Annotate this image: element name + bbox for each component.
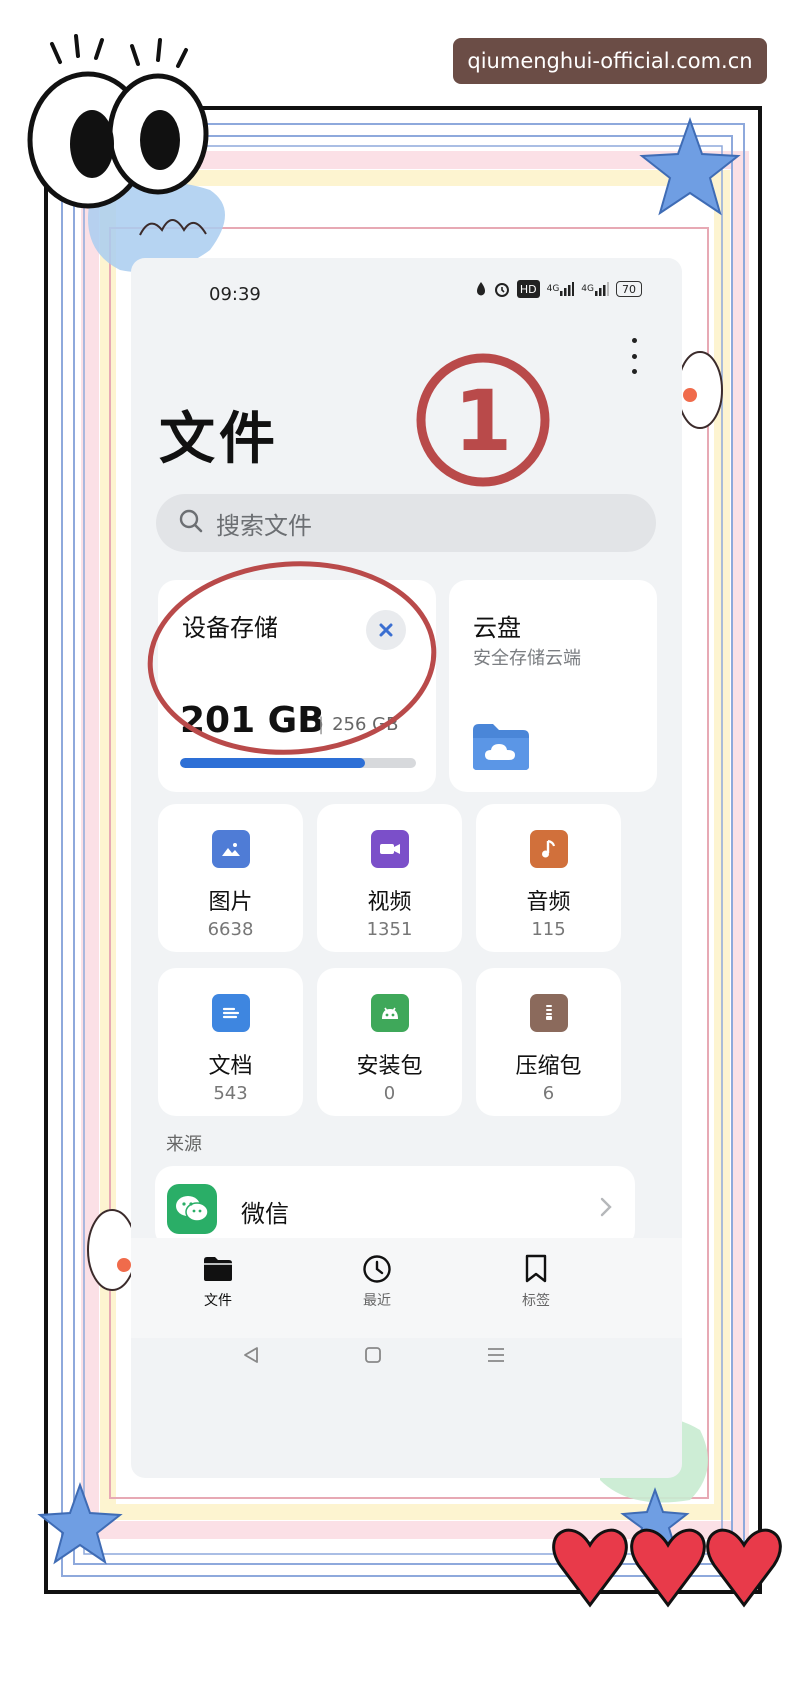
system-navigation-bar bbox=[131, 1328, 682, 1388]
category-images[interactable]: 图片 6638 bbox=[158, 804, 303, 952]
category-label: 图片 bbox=[208, 890, 253, 915]
category-videos[interactable]: 视频 1351 bbox=[317, 804, 462, 952]
source-label: 微信 bbox=[241, 1200, 289, 1228]
category-count: 1351 bbox=[366, 919, 413, 940]
category-count: 6 bbox=[542, 1083, 555, 1104]
source-item-wechat[interactable]: 微信 bbox=[155, 1166, 635, 1248]
android-icon bbox=[371, 994, 409, 1032]
category-count: 6638 bbox=[207, 919, 254, 940]
category-count: 115 bbox=[531, 919, 566, 940]
storage-title: 设备存储 bbox=[182, 614, 278, 642]
storage-used: 201 GB bbox=[180, 700, 325, 741]
nav-label: 最近 bbox=[363, 1293, 391, 1309]
nav-label: 文件 bbox=[204, 1293, 232, 1309]
status-time: 09:39 bbox=[209, 284, 261, 305]
alarm-icon bbox=[494, 280, 510, 298]
bottom-navigation: 文件 最近 标签 bbox=[131, 1238, 682, 1338]
category-count: 543 bbox=[213, 1083, 248, 1104]
archive-icon bbox=[530, 994, 568, 1032]
chevron-right-icon bbox=[599, 1196, 613, 1222]
signal-icon: 4G bbox=[547, 280, 575, 298]
storage-total: | 256 GB bbox=[318, 714, 399, 735]
cloud-title: 云盘 bbox=[473, 614, 521, 642]
category-documents[interactable]: 文档 543 bbox=[158, 968, 303, 1116]
search-icon bbox=[178, 508, 204, 538]
search-placeholder: 搜索文件 bbox=[216, 511, 312, 540]
category-audio[interactable]: 音频 115 bbox=[476, 804, 621, 952]
signal-icon-2: 4G bbox=[581, 280, 609, 298]
category-count: 0 bbox=[383, 1083, 396, 1104]
video-icon bbox=[371, 830, 409, 868]
nav-tab-files[interactable]: 文件 bbox=[173, 1252, 263, 1310]
battery-icon: 70 bbox=[616, 281, 642, 297]
category-apks[interactable]: 安装包 0 bbox=[317, 968, 462, 1116]
image-icon bbox=[212, 830, 250, 868]
search-input[interactable]: 搜索文件 bbox=[156, 494, 656, 552]
cloud-drive-card[interactable]: 云盘 安全存储云端 bbox=[449, 580, 657, 792]
category-label: 音频 bbox=[526, 890, 571, 915]
watermark-badge: qiumenghui-official.com.cn bbox=[453, 38, 767, 84]
category-label: 文档 bbox=[208, 1054, 253, 1079]
storage-clean-icon[interactable] bbox=[366, 610, 406, 650]
nav-tab-tags[interactable]: 标签 bbox=[491, 1252, 581, 1310]
wechat-icon bbox=[167, 1184, 217, 1234]
music-icon bbox=[530, 830, 568, 868]
category-label: 视频 bbox=[367, 890, 412, 915]
more-options-icon[interactable] bbox=[622, 338, 646, 374]
clock-icon bbox=[332, 1252, 422, 1286]
cloud-folder-icon bbox=[471, 720, 531, 776]
folder-icon bbox=[173, 1252, 263, 1286]
status-bar: 09:39 HD 4G 4G 70 bbox=[131, 258, 682, 328]
phone-screen: 09:39 HD 4G 4G 70 文件 搜索文件 设备存储 201 GB | … bbox=[131, 258, 682, 1478]
device-storage-card[interactable]: 设备存储 201 GB | 256 GB bbox=[158, 580, 436, 792]
storage-progress-fill bbox=[180, 758, 366, 768]
home-icon[interactable] bbox=[353, 1340, 393, 1370]
status-icons: HD 4G 4G 70 bbox=[475, 280, 642, 298]
nav-label: 标签 bbox=[522, 1293, 550, 1309]
category-label: 压缩包 bbox=[515, 1054, 582, 1079]
nav-tab-recent[interactable]: 最近 bbox=[332, 1252, 422, 1310]
category-label: 安装包 bbox=[356, 1054, 423, 1079]
back-icon[interactable] bbox=[231, 1340, 271, 1370]
cloud-subtitle: 安全存储云端 bbox=[473, 648, 581, 669]
recents-menu-icon[interactable] bbox=[476, 1340, 516, 1370]
annotation-number-badge: 1 bbox=[416, 353, 550, 487]
category-archives[interactable]: 压缩包 6 bbox=[476, 968, 621, 1116]
annotation-number: 1 bbox=[454, 372, 512, 470]
page-title: 文件 bbox=[159, 407, 279, 472]
document-icon bbox=[212, 994, 250, 1032]
sources-section-label: 来源 bbox=[166, 1134, 202, 1155]
water-drop-icon bbox=[475, 280, 487, 298]
hd-badge: HD bbox=[516, 280, 540, 298]
bookmark-icon bbox=[491, 1252, 581, 1286]
storage-progress-bar bbox=[180, 758, 416, 768]
